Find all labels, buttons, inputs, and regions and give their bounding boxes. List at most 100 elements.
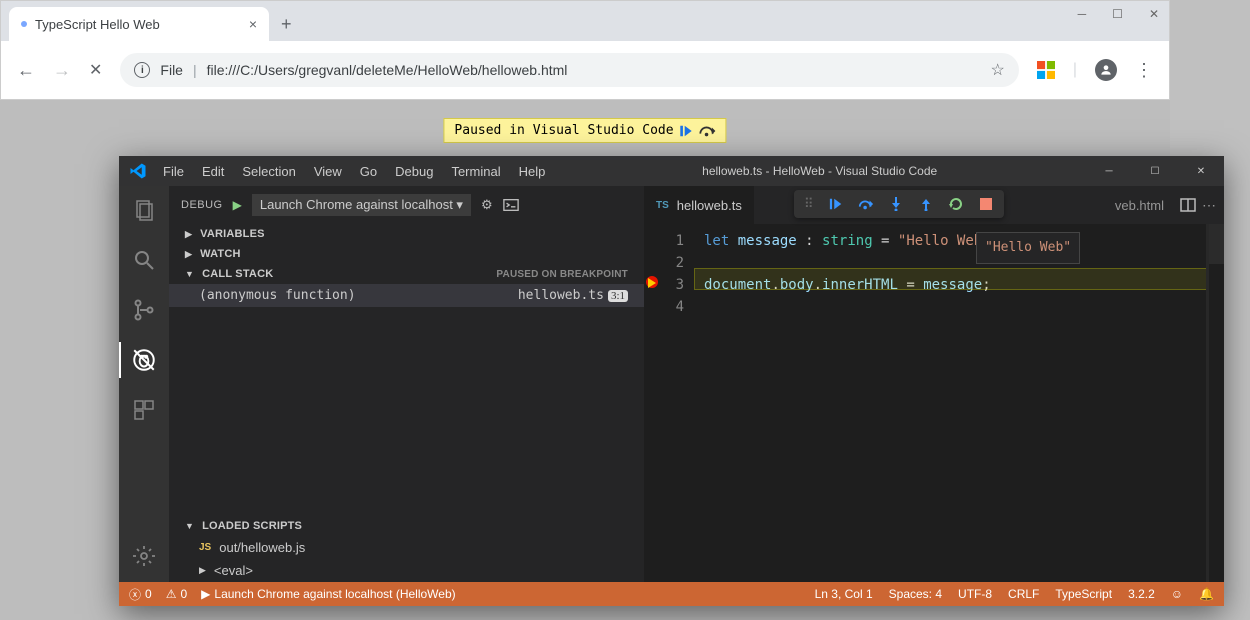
code-editor[interactable]: 1 2 3 4 let message : string = "Hello We… — [644, 224, 1224, 582]
back-button[interactable]: ← — [17, 60, 35, 81]
address-bar[interactable]: i File | file:///C:/Users/gregvanl/delet… — [120, 53, 1018, 87]
vscode-menubar: File Edit Selection View Go Debug Termin… — [155, 160, 553, 183]
close-tab-icon[interactable]: × — [249, 16, 257, 32]
bookmark-star-icon[interactable]: ☆ — [991, 60, 1005, 80]
stop-button[interactable]: ✕ — [89, 60, 102, 80]
debug-label: DEBUG — [181, 199, 223, 211]
watch-section[interactable]: ▶WATCH — [169, 244, 644, 264]
loaded-scripts-section[interactable]: ▼LOADED SCRIPTS — [169, 516, 644, 536]
debugger-paused-overlay: Paused in Visual Studio Code — [443, 118, 726, 143]
minimize-icon[interactable]: ─ — [1078, 7, 1087, 21]
frame-position: 3:1 — [608, 290, 628, 302]
menu-edit[interactable]: Edit — [194, 160, 232, 183]
status-errors[interactable]: ⓧ 0 — [129, 586, 152, 603]
editor-tab-helloweb-ts[interactable]: TShelloweb.ts — [644, 186, 755, 224]
status-feedback-icon[interactable]: ☺ — [1171, 587, 1183, 601]
status-indent[interactable]: Spaces: 4 — [889, 587, 942, 601]
vscode-minimize-icon[interactable]: ─ — [1086, 156, 1132, 186]
menu-debug[interactable]: Debug — [387, 160, 441, 183]
callstack-section[interactable]: ▼CALL STACKPAUSED ON BREAKPOINT — [169, 264, 644, 284]
status-eol[interactable]: CRLF — [1008, 587, 1039, 601]
debug-sidebar: DEBUG ▶ Launch Chrome against localhost … — [169, 186, 644, 582]
toolbar-grip-icon[interactable]: ⠿ — [804, 196, 814, 212]
settings-gear-icon[interactable] — [130, 542, 158, 570]
debug-console-icon[interactable] — [503, 198, 519, 212]
vscode-titlebar: File Edit Selection View Go Debug Termin… — [119, 156, 1224, 186]
status-bar: ⓧ 0 ⚠ 0 ▶ Launch Chrome against localhos… — [119, 582, 1224, 606]
status-warnings[interactable]: ⚠ 0 — [166, 587, 187, 601]
menu-terminal[interactable]: Terminal — [443, 160, 508, 183]
status-language[interactable]: TypeScript — [1055, 587, 1112, 601]
more-actions-icon[interactable]: ⋯ — [1202, 197, 1216, 214]
split-editor-icon[interactable] — [1180, 198, 1196, 212]
editor-tab-html[interactable]: veb.html — [1115, 198, 1164, 213]
profile-avatar-icon[interactable] — [1095, 59, 1117, 81]
frame-file: helloweb.ts — [518, 288, 604, 303]
status-debug-target[interactable]: ▶ Launch Chrome against localhost (Hello… — [201, 587, 455, 601]
current-line-highlight — [694, 268, 1224, 290]
status-cursor[interactable]: Ln 3, Col 1 — [815, 587, 873, 601]
status-bell-icon[interactable]: 🔔 — [1199, 587, 1214, 601]
continue-button[interactable] — [828, 196, 844, 212]
vscode-maximize-icon[interactable]: ☐ — [1132, 156, 1178, 186]
vscode-logo-icon — [129, 162, 147, 180]
frame-name: (anonymous function) — [199, 288, 356, 303]
debug-icon[interactable] — [130, 346, 158, 374]
gutter: 1 2 3 4 — [644, 224, 694, 582]
variables-section[interactable]: ▶VARIABLES — [169, 224, 644, 244]
menu-help[interactable]: Help — [511, 160, 554, 183]
ts-file-icon: TS — [656, 200, 669, 211]
code-area[interactable]: let message : string = "Hello Web"; docu… — [694, 224, 1224, 582]
site-info-icon[interactable]: i — [134, 62, 150, 78]
step-over-button[interactable] — [858, 196, 874, 212]
search-icon[interactable] — [130, 246, 158, 274]
debug-config-dropdown[interactable]: Launch Chrome against localhost ▾ — [252, 194, 471, 216]
minimap-slider[interactable] — [1209, 224, 1224, 264]
forward-button[interactable]: → — [53, 60, 71, 81]
vscode-title: helloweb.ts - HelloWeb - Visual Studio C… — [553, 164, 1086, 178]
menu-view[interactable]: View — [306, 160, 350, 183]
debug-toolbar[interactable]: ⠿ — [794, 190, 1004, 218]
vscode-window: File Edit Selection View Go Debug Termin… — [119, 156, 1224, 606]
loaded-script-eval[interactable]: ▶<eval> — [169, 559, 644, 582]
activity-bar — [119, 186, 169, 582]
step-out-button[interactable] — [918, 196, 934, 212]
minimap[interactable] — [1206, 224, 1224, 582]
debug-header: DEBUG ▶ Launch Chrome against localhost … — [169, 186, 644, 224]
editor-group: TShelloweb.ts ⠿ veb.html ⋯ — [644, 186, 1224, 582]
overlay-step-button[interactable] — [700, 125, 716, 137]
windows-logo-icon[interactable] — [1037, 61, 1055, 79]
new-tab-button[interactable]: + — [281, 7, 292, 41]
source-control-icon[interactable] — [130, 296, 158, 324]
start-debug-button[interactable]: ▶ — [233, 198, 242, 212]
maximize-icon[interactable]: ☐ — [1112, 7, 1123, 21]
js-file-icon: JS — [199, 542, 211, 553]
status-encoding[interactable]: UTF-8 — [958, 587, 992, 601]
extensions-icon[interactable] — [130, 396, 158, 424]
vscode-close-icon[interactable]: ✕ — [1178, 156, 1224, 186]
close-icon[interactable]: ✕ — [1149, 7, 1159, 21]
status-ts-version[interactable]: 3.2.2 — [1128, 587, 1155, 601]
explorer-icon[interactable] — [130, 196, 158, 224]
tab-favicon — [21, 21, 27, 27]
menu-file[interactable]: File — [155, 160, 192, 183]
debug-settings-gear-icon[interactable]: ⚙ — [481, 197, 493, 213]
overlay-resume-button[interactable] — [680, 124, 694, 138]
browser-tab[interactable]: TypeScript Hello Web × — [9, 7, 269, 41]
callstack-frame[interactable]: (anonymous function) helloweb.ts 3:1 — [169, 284, 644, 307]
toolbar: ← → ✕ i File | file:///C:/Users/gregvanl… — [1, 41, 1169, 99]
stop-button[interactable] — [978, 196, 994, 212]
paused-text: Paused in Visual Studio Code — [454, 123, 673, 138]
tab-title: TypeScript Hello Web — [35, 17, 160, 32]
menu-selection[interactable]: Selection — [234, 160, 303, 183]
chrome-menu-icon[interactable]: ⋮ — [1135, 60, 1153, 81]
chrome-window: TypeScript Hello Web × + ─ ☐ ✕ ← → ✕ i F… — [0, 0, 1170, 100]
editor-tabs: TShelloweb.ts ⠿ veb.html ⋯ — [644, 186, 1224, 224]
execution-pointer-icon — [648, 278, 656, 288]
loaded-script-item[interactable]: JSout/helloweb.js — [169, 536, 644, 559]
restart-button[interactable] — [948, 196, 964, 212]
step-into-button[interactable] — [888, 196, 904, 212]
callstack-status: PAUSED ON BREAKPOINT — [496, 269, 628, 280]
menu-go[interactable]: Go — [352, 160, 385, 183]
debug-hover-tooltip: "Hello Web" — [976, 232, 1080, 264]
